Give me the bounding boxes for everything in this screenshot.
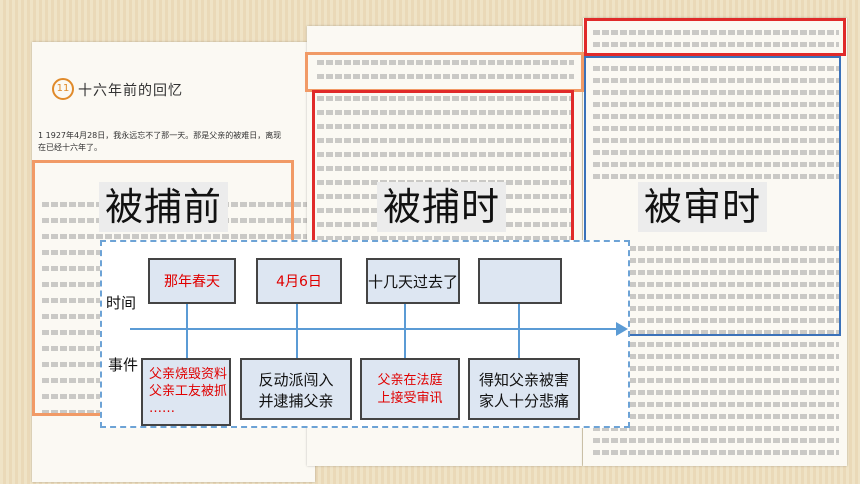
event-text: 反动派闯入 [258, 371, 334, 389]
event-row-label: 事件 [108, 356, 139, 374]
lesson-number-badge: 11 [52, 78, 74, 100]
event-text: 家人十分悲痛 [478, 392, 569, 410]
time-box-3: 十几天过去了 [366, 258, 460, 304]
timeline-tick [404, 302, 406, 364]
event-text: 父亲烧毁资料 [149, 367, 228, 382]
event-box-4: 得知父亲被害 家人十分悲痛 [468, 358, 580, 420]
timeline-tick [296, 302, 298, 364]
stage-label-during-arrest: 被捕时 [377, 182, 507, 232]
timeline-tick [186, 302, 188, 364]
event-text: 父亲在法庭 [377, 373, 443, 388]
event-text: …… [149, 401, 175, 416]
time-box-2: 4月6日 [256, 258, 342, 304]
timeline-tick [518, 302, 520, 364]
highlight-frame-during-arrest [312, 90, 574, 264]
lesson-title: 十六年前的回忆 [78, 83, 183, 99]
event-text: 上接受审讯 [377, 391, 443, 406]
time-text: 十几天过去了 [368, 272, 459, 291]
event-text: 父亲工友被抓 [149, 384, 228, 399]
stage-label-trial: 被审时 [638, 182, 768, 232]
timeline-arrow [616, 322, 628, 336]
lesson-first-line: 1 1927年4月28日，我永远忘不了那一天。那是父亲的被难日，离现在已经十六年… [38, 131, 282, 152]
timeline-axis [130, 328, 620, 330]
time-box-1: 那年春天 [148, 258, 236, 304]
event-box-1: 父亲烧毁资料 父亲工友被抓 …… [141, 358, 231, 426]
time-text: 4月6日 [276, 274, 322, 290]
stage-label-before-arrest: 被捕前 [99, 182, 229, 232]
time-text: 那年春天 [164, 274, 220, 290]
event-box-2: 反动派闯入 并逮捕父亲 [240, 358, 352, 420]
highlight-frame-page3-top [584, 18, 846, 56]
time-box-4 [478, 258, 562, 304]
highlight-frame-page2-top [305, 52, 584, 92]
event-text: 并逮捕父亲 [258, 392, 334, 410]
event-text: 得知父亲被害 [478, 371, 569, 389]
event-box-3: 父亲在法庭 上接受审讯 [360, 358, 460, 420]
time-row-label: 时间 [106, 294, 137, 312]
